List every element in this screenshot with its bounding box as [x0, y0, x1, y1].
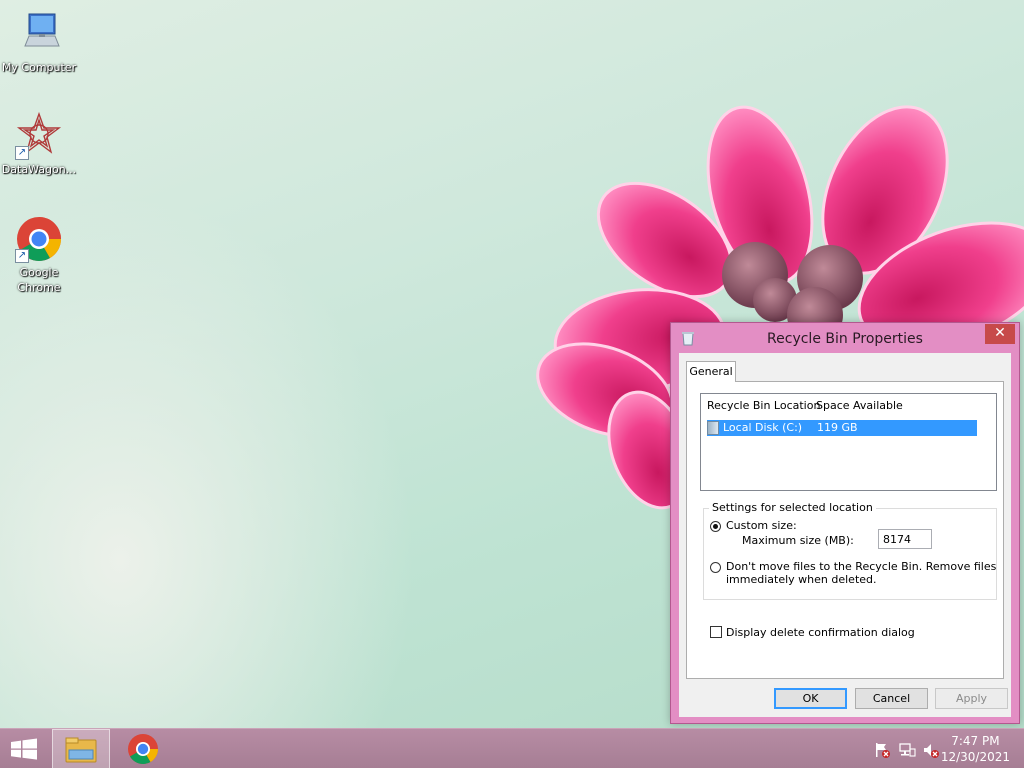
desktop-icon-label: Google Chrome	[17, 266, 61, 294]
shortcut-arrow-icon: ↗	[15, 249, 29, 263]
custom-size-label[interactable]: Custom size:	[726, 519, 797, 532]
list-item[interactable]: Local Disk (C:) 119 GB	[707, 420, 977, 436]
file-explorer-icon	[65, 737, 97, 763]
delete-confirmation-label[interactable]: Display delete confirmation dialog	[726, 626, 915, 639]
recycle-bin-properties-dialog: Recycle Bin Properties ✕ General Recycle…	[670, 322, 1020, 724]
taskbar-clock[interactable]: 7:47 PM 12/30/2021	[941, 733, 1010, 765]
taskbar-chrome[interactable]	[114, 729, 172, 769]
settings-group-legend: Settings for selected location	[709, 501, 876, 514]
drive-icon	[707, 421, 719, 435]
desktop-icon-my-computer[interactable]: My Computer	[0, 10, 78, 75]
desktop-icon-google-chrome[interactable]: ↗ Google Chrome	[0, 215, 78, 295]
desktop-icon-label: DataWagon...	[1, 163, 77, 176]
clock-date: 12/30/2021	[940, 750, 1010, 764]
desktop: My Computer ↗ DataWagon... ↗ Google Chro…	[0, 0, 1024, 728]
chrome-icon: ↗	[15, 215, 63, 263]
list-header: Recycle Bin Location Space Available	[701, 394, 996, 416]
column-header-space[interactable]: Space Available	[816, 399, 903, 412]
space-cell: 119 GB	[817, 421, 858, 434]
taskbar: 7:47 PM 12/30/2021	[0, 728, 1024, 769]
recycle-bin-location-list[interactable]: Recycle Bin Location Space Available Loc…	[700, 393, 997, 491]
dont-move-label-line1[interactable]: Don't move files to the Recycle Bin. Rem…	[726, 560, 996, 573]
clock-time: 7:47 PM	[951, 734, 1000, 748]
volume-muted-icon[interactable]	[922, 741, 940, 759]
network-icon[interactable]	[898, 741, 916, 759]
action-center-flag-icon[interactable]	[873, 741, 891, 759]
dialog-client-area: General Recycle Bin Location Space Avail…	[679, 353, 1011, 717]
general-tab-page: Recycle Bin Location Space Available Loc…	[686, 381, 1004, 679]
desktop-icon-datawagon[interactable]: ↗ DataWagon...	[0, 111, 78, 177]
shortcut-arrow-icon: ↗	[15, 146, 29, 160]
datawagon-icon: ↗	[15, 111, 63, 160]
cancel-button[interactable]: Cancel	[855, 688, 928, 709]
desktop-icon-label: My Computer	[1, 61, 77, 74]
location-cell: Local Disk (C:)	[723, 421, 803, 434]
custom-size-radio[interactable]	[710, 521, 721, 532]
max-size-label: Maximum size (MB):	[742, 534, 854, 547]
dialog-title: Recycle Bin Properties	[767, 331, 923, 347]
dont-move-radio[interactable]	[710, 562, 721, 573]
apply-button[interactable]: Apply	[935, 688, 1008, 709]
delete-confirmation-checkbox[interactable]	[710, 626, 722, 638]
computer-icon	[15, 10, 63, 58]
column-header-location[interactable]: Recycle Bin Location	[707, 399, 820, 412]
dont-move-label-line2[interactable]: immediately when deleted.	[726, 573, 877, 586]
windows-start-icon	[11, 738, 37, 760]
max-size-input[interactable]: 8174	[878, 529, 932, 549]
settings-group: Settings for selected location Custom si…	[703, 501, 997, 600]
start-button[interactable]	[0, 729, 48, 769]
taskbar-file-explorer[interactable]	[52, 729, 110, 769]
tab-general[interactable]: General	[686, 361, 736, 382]
chrome-icon	[128, 734, 158, 765]
close-button[interactable]: ✕	[985, 324, 1015, 344]
ok-button[interactable]: OK	[774, 688, 847, 709]
title-bar[interactable]: Recycle Bin Properties ✕	[671, 323, 1019, 353]
